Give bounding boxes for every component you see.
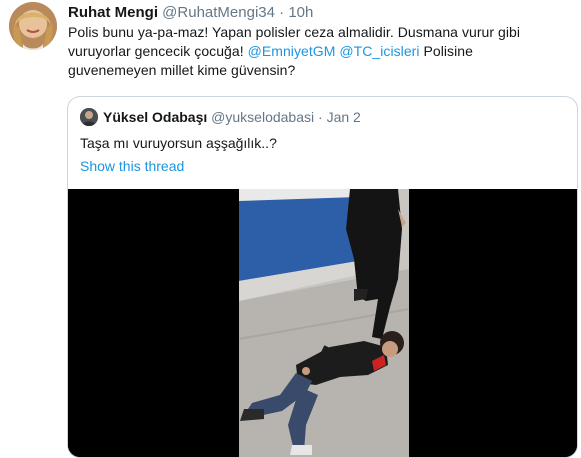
quoted-author-name: Yüksel Odabaşı — [103, 109, 208, 125]
author-avatar[interactable] — [9, 2, 57, 50]
quoted-tweet[interactable]: Yüksel Odabaşı @yukselodabasi · Jan 2 Ta… — [67, 96, 578, 458]
author-name[interactable]: Ruhat Mengi — [68, 4, 158, 21]
show-thread-link[interactable]: Show this thread — [80, 157, 184, 176]
header-separator: · — [279, 4, 285, 21]
quoted-tweet-timestamp: Jan 2 — [326, 109, 361, 125]
tweet-text-line-3: guvenemeyen millet kime güvensin? — [68, 62, 296, 78]
mention-emniyetgm[interactable]: @EmniyetGM — [248, 43, 336, 59]
video-player[interactable] — [68, 189, 577, 457]
tweet-text-segment: vuruyorlar gencecik çocuğa! — [68, 43, 248, 59]
tweet-text-segment-tail: Polisine — [419, 43, 473, 59]
quoted-author-handle: @yukselodabasi — [211, 109, 315, 125]
quoted-tweet-header: Yüksel Odabaşı @yukselodabasi · Jan 2 — [103, 108, 361, 126]
tweet-text-line-2: vuruyorlar gencecik çocuğa! @EmniyetGM @… — [68, 42, 558, 61]
tweet-header: Ruhat Mengi @RuhatMengi34 · 10h — [68, 3, 313, 22]
tweet-text-line-1: Polis bunu ya-pa-maz! Yapan polisler cez… — [68, 24, 521, 40]
quoted-header-separator: · — [318, 109, 323, 125]
quoted-avatar-image — [80, 108, 98, 126]
author-handle[interactable]: @RuhatMengi34 — [162, 4, 275, 21]
tweet-text: Polis bunu ya-pa-maz! Yapan polisler cez… — [68, 23, 558, 80]
quoted-tweet-text: Taşa mı vuruyorsun aşşağılık..? — [80, 135, 277, 151]
quoted-author-avatar — [80, 108, 98, 126]
tweet[interactable]: Ruhat Mengi @RuhatMengi34 · 10h Polis bu… — [0, 0, 581, 458]
video-frame — [68, 189, 577, 457]
tweet-timestamp[interactable]: 10h — [288, 4, 313, 21]
mention-tc-icisleri[interactable]: @TC_icisleri — [339, 43, 419, 59]
author-avatar-image — [9, 2, 57, 50]
